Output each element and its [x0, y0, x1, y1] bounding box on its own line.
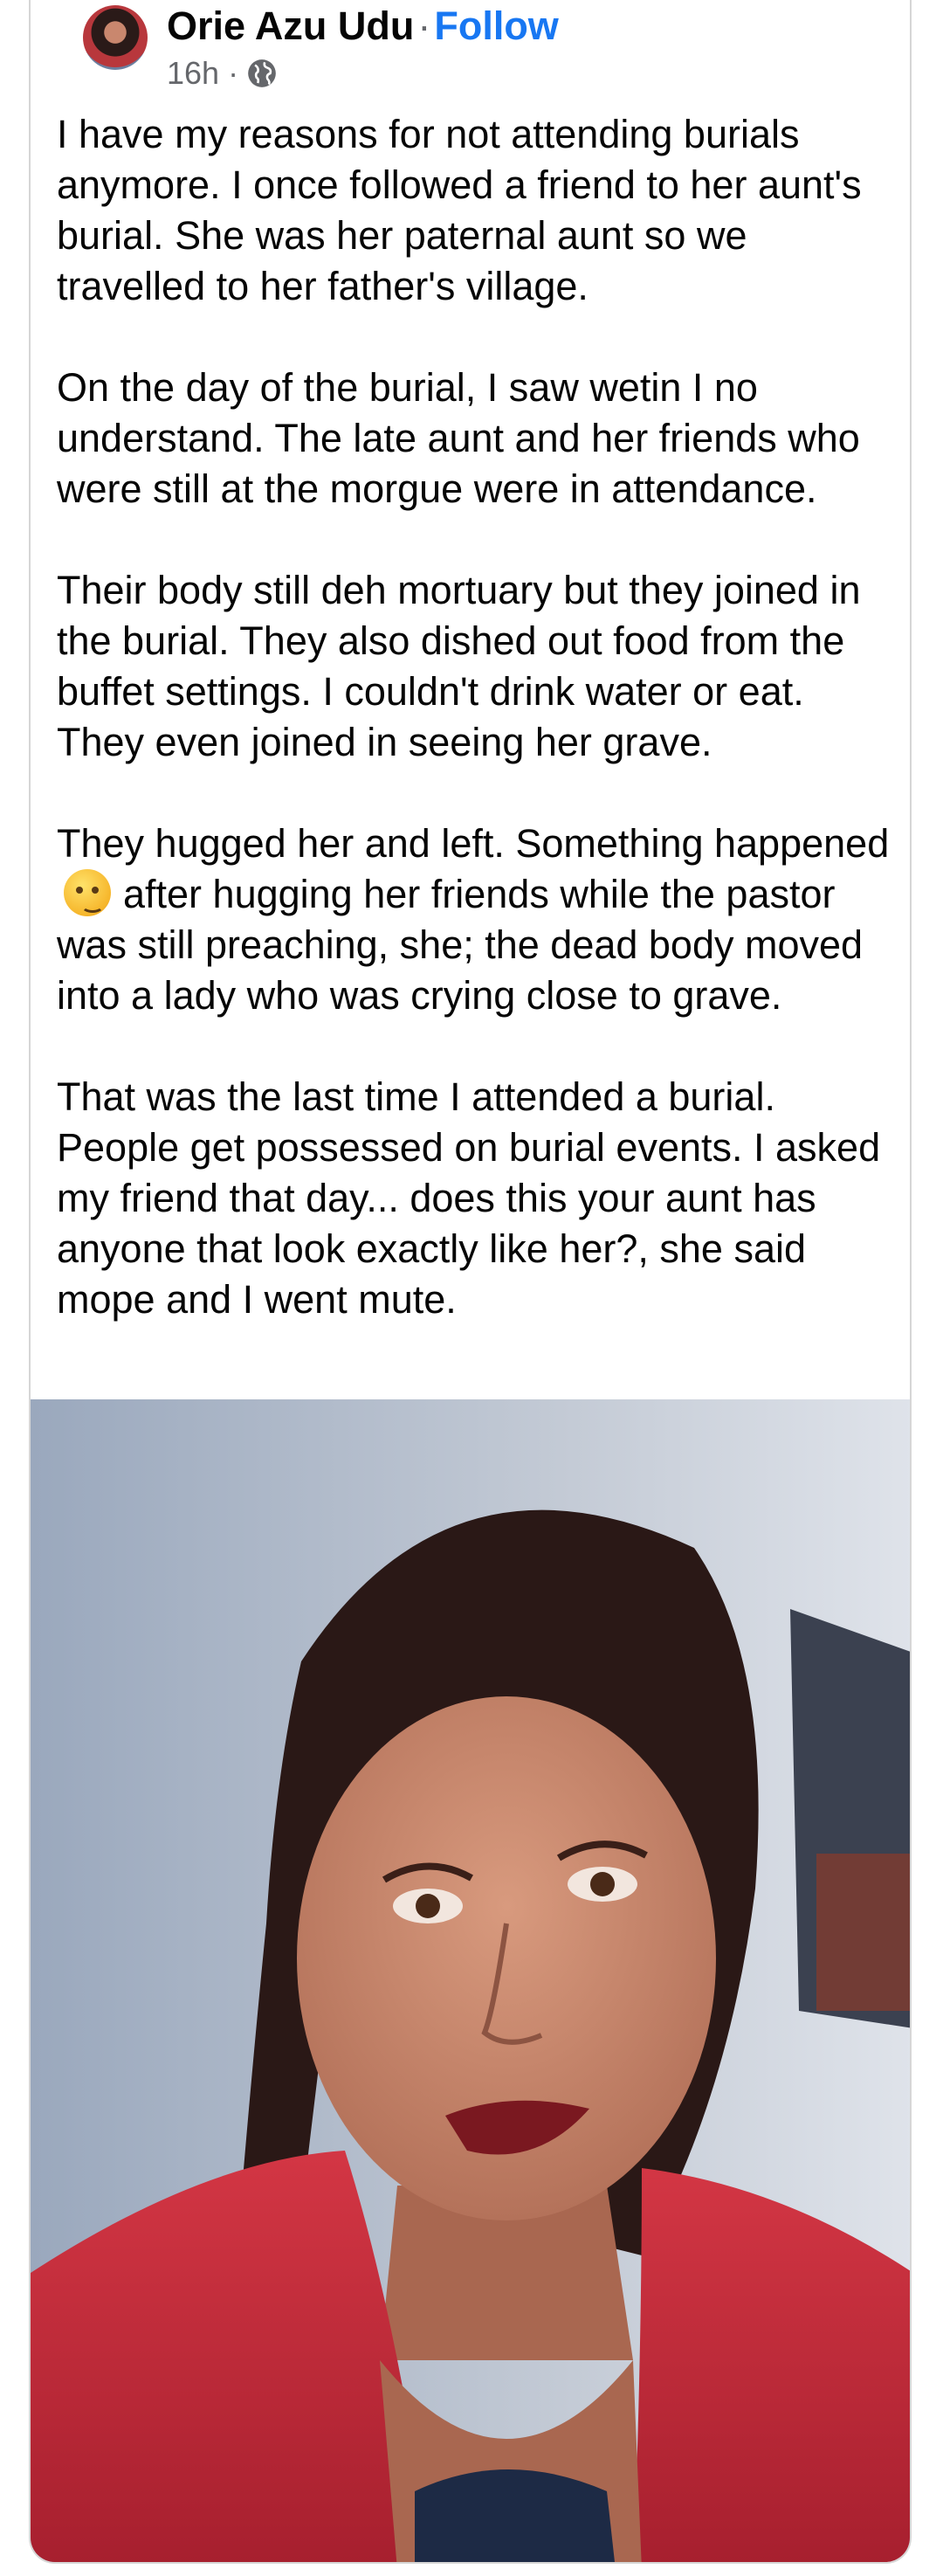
post-header: Orie Azu Udu·Follow 16h ·	[57, 2, 878, 98]
post-time[interactable]: 16h ·	[167, 54, 238, 93]
thinking-face-emoji	[64, 869, 111, 916]
paragraph-5: That was the last time I attended a buri…	[57, 1074, 891, 1322]
paragraph-4-start: They hugged her and left. Something happ…	[57, 821, 890, 866]
author-avatar[interactable]	[83, 5, 148, 70]
author-name[interactable]: Orie Azu Udu	[167, 3, 414, 48]
post-body: I have my reasons for not attending buri…	[57, 109, 895, 1325]
post-card: Orie Azu Udu·Follow 16h · I have my reas…	[29, 0, 912, 2564]
paragraph-3: Their body still deh mortuary but they j…	[57, 568, 871, 764]
globe-icon	[248, 59, 276, 87]
post-photo[interactable]	[31, 1399, 912, 2564]
paragraph-1: I have my reasons for not attending buri…	[57, 112, 873, 308]
post-meta: 16h ·	[167, 54, 279, 93]
paragraph-2: On the day of the burial, I saw wetin I …	[57, 365, 871, 511]
author-line: Orie Azu Udu·Follow	[167, 2, 559, 51]
separator: ·	[417, 3, 431, 48]
follow-button[interactable]: Follow	[434, 3, 558, 48]
paragraph-4-end: after hugging her friends while the past…	[57, 872, 874, 1018]
